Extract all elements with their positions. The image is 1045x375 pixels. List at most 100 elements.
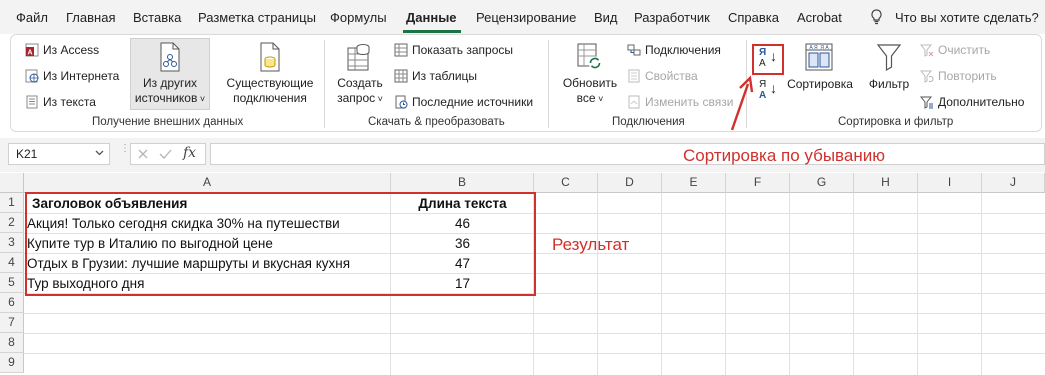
result-highlight — [25, 192, 536, 296]
recent-sources-icon — [395, 95, 408, 109]
from-access-button[interactable]: A Из Access — [25, 41, 99, 59]
connections-icon — [627, 44, 641, 56]
chevron-down-icon[interactable] — [95, 150, 104, 156]
row-header-8[interactable]: 8 — [0, 333, 24, 353]
lightbulb-icon — [871, 9, 882, 25]
from-web-button[interactable]: Из Интернета — [25, 67, 119, 85]
drag-handle-icon[interactable]: ⋮ — [120, 144, 130, 162]
sort-desc-letter-top: Я — [759, 47, 767, 58]
advanced-filter-button[interactable]: Дополнительно — [920, 93, 1024, 111]
chevron-down-icon: ˅ — [375, 94, 383, 104]
sort-label: Сортировка — [787, 77, 853, 91]
column-header-e[interactable]: E — [662, 173, 726, 193]
edit-links-icon — [628, 95, 640, 109]
from-table-button[interactable]: Из таблицы — [394, 67, 477, 85]
from-text-button[interactable]: Из текста — [25, 93, 96, 111]
text-file-icon — [26, 95, 38, 109]
other-sources-label-2: источников — [134, 91, 198, 105]
column-header-j[interactable]: J — [982, 173, 1045, 193]
refresh-all-label-1: Обновить — [562, 76, 618, 90]
other-sources-label-1: Из других — [142, 76, 198, 90]
menu-formulas[interactable]: Формулы — [330, 10, 387, 25]
row-header-3[interactable]: 3 — [0, 233, 24, 253]
edit-links-button[interactable]: Изменить связи — [627, 93, 733, 111]
new-query-icon — [347, 44, 370, 71]
properties-icon — [628, 69, 640, 83]
sort-descending-button[interactable]: Я А ↓ — [756, 47, 782, 73]
column-header-b[interactable]: B — [391, 173, 534, 193]
row-header-5[interactable]: 5 — [0, 273, 24, 293]
web-icon — [25, 69, 39, 83]
column-header-f[interactable]: F — [726, 173, 790, 193]
other-sources-icon — [160, 42, 180, 72]
clear-filter-icon — [920, 44, 934, 57]
menu-page-layout[interactable]: Разметка страницы — [198, 10, 316, 25]
advanced-filter-icon — [920, 96, 933, 109]
access-icon: A — [25, 43, 39, 57]
menu-view[interactable]: Вид — [594, 10, 618, 25]
existing-connections-label-1: Существующие — [226, 76, 314, 90]
select-all-corner[interactable] — [0, 173, 24, 193]
row-header-7[interactable]: 7 — [0, 313, 24, 333]
confirm-icon[interactable] — [159, 148, 172, 160]
menu-acrobat[interactable]: Acrobat — [797, 10, 842, 25]
row-header-4[interactable]: 4 — [0, 253, 24, 273]
queries-icon — [394, 43, 408, 57]
existing-connections-label-2: подключения — [233, 91, 307, 105]
recent-sources-button[interactable]: Последние источники — [394, 93, 533, 111]
new-query-label-1: Создать — [337, 76, 383, 90]
arrow-down-icon: ↓ — [770, 48, 777, 64]
menu-help[interactable]: Справка — [728, 10, 779, 25]
column-header-a[interactable]: A — [24, 173, 391, 193]
formula-controls: fx — [130, 143, 206, 165]
refresh-icon — [577, 43, 602, 70]
sort-dialog-icon: А ЯЯ А — [805, 43, 833, 71]
column-header-i[interactable]: I — [918, 173, 982, 193]
menu-home[interactable]: Главная — [66, 10, 115, 25]
menu-developer[interactable]: Разработчик — [634, 10, 710, 25]
show-queries-button[interactable]: Показать запросы — [394, 41, 513, 59]
existing-connections-icon — [260, 42, 280, 72]
group-label-transform: Скачать & преобразовать — [368, 116, 505, 128]
svg-text:А Я: А Я — [809, 45, 818, 51]
menu-insert[interactable]: Вставка — [133, 10, 181, 25]
cancel-icon[interactable] — [137, 148, 149, 160]
column-header-d[interactable]: D — [598, 173, 662, 193]
clear-filter-button[interactable]: Очистить — [920, 41, 990, 59]
group-label-connections: Подключения — [612, 116, 685, 128]
menu-data[interactable]: Данные — [406, 10, 457, 25]
reapply-button[interactable]: Повторить — [920, 67, 997, 85]
insert-function-button[interactable]: fx — [183, 145, 196, 161]
new-query-label-2: запрос — [337, 91, 376, 105]
row-header-6[interactable]: 6 — [0, 293, 24, 313]
row-header-9[interactable]: 9 — [0, 353, 24, 373]
active-tab-indicator — [403, 30, 461, 33]
row-header-1[interactable]: 1 — [0, 193, 24, 213]
group-separator — [548, 40, 549, 128]
column-header-c[interactable]: C — [534, 173, 598, 193]
annotation-sort-desc: Сортировка по убыванию — [683, 146, 885, 165]
column-header-h[interactable]: H — [854, 173, 918, 193]
sort-ascending-button[interactable]: Я А ↓ — [756, 79, 782, 105]
menu-file[interactable]: Файл — [16, 10, 48, 25]
sort-asc-letter-top: Я — [759, 79, 767, 90]
sort-asc-letter-bottom: А — [759, 90, 767, 101]
properties-button[interactable]: Свойства — [627, 67, 698, 85]
connections-button[interactable]: Подключения — [627, 41, 721, 59]
chevron-down-icon: ˅ — [595, 94, 604, 104]
svg-text:Я А: Я А — [820, 45, 829, 51]
svg-text:A: A — [27, 50, 32, 57]
group-label-sort-filter: Сортировка и фильтр — [838, 116, 954, 128]
chevron-down-icon: ˅ — [197, 94, 206, 104]
column-header-g[interactable]: G — [790, 173, 854, 193]
annotation-arrow-icon — [730, 75, 754, 131]
annotation-result: Результат — [552, 235, 630, 254]
menu-review[interactable]: Рецензирование — [476, 10, 576, 25]
arrow-down-icon: ↓ — [770, 80, 777, 96]
formula-input[interactable] — [210, 143, 1045, 165]
refresh-all-label-2: все — [576, 91, 596, 105]
tell-me-search[interactable]: Что вы хотите сделать? — [895, 10, 1039, 25]
row-header-2[interactable]: 2 — [0, 213, 24, 233]
filter-icon — [876, 44, 902, 72]
table-icon — [394, 69, 408, 83]
